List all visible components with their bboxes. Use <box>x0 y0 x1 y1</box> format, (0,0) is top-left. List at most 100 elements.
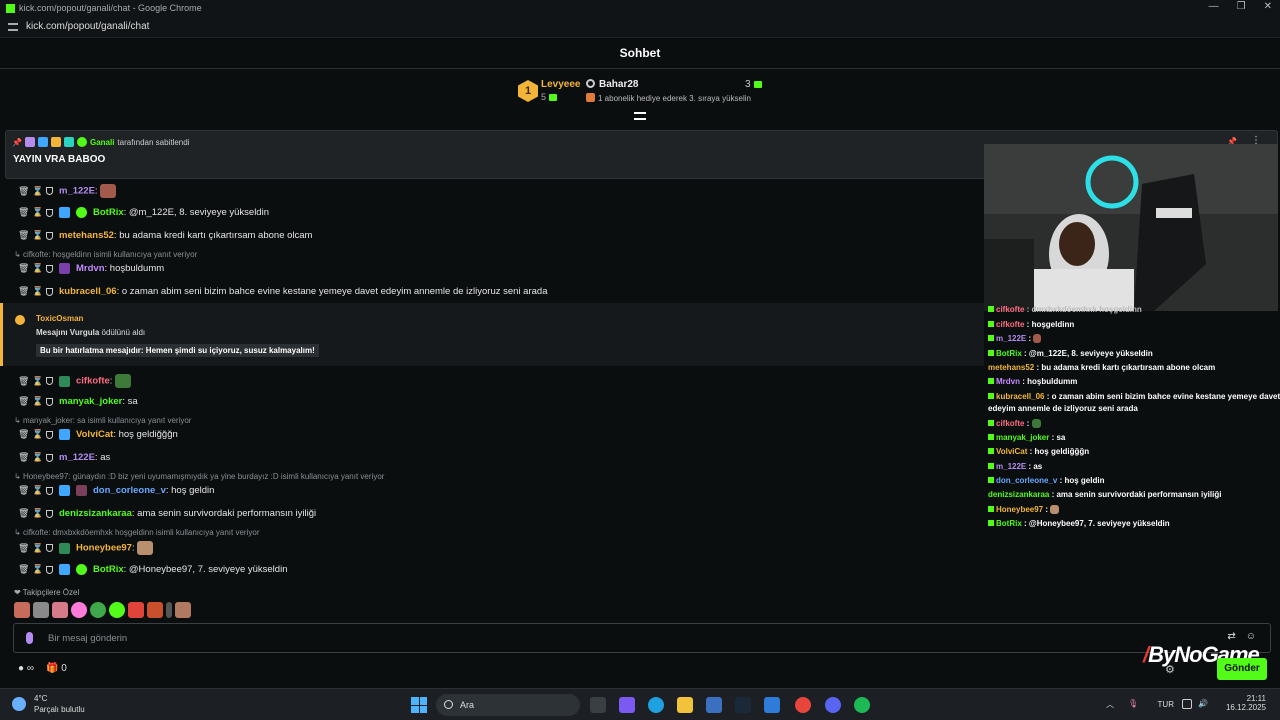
pinner-name[interactable]: Ganali <box>90 138 114 147</box>
volume-icon[interactable]: 🔊 <box>1198 699 1208 709</box>
delete-icon[interactable]: 🗑 <box>18 207 29 218</box>
send-button[interactable]: Gönder <box>1217 658 1267 680</box>
ban-icon[interactable] <box>46 486 53 495</box>
ban-icon[interactable] <box>46 544 53 552</box>
address-bar[interactable]: kick.com/popout/ganali/chat <box>0 16 1280 38</box>
ban-icon[interactable] <box>46 397 53 406</box>
timeout-icon[interactable]: ⌛ <box>32 263 43 274</box>
timeout-icon[interactable]: ⌛ <box>32 508 43 519</box>
file-explorer-icon[interactable] <box>677 697 693 713</box>
chat-username[interactable]: BotRix <box>93 564 124 575</box>
delete-icon[interactable]: 🗑 <box>18 543 29 554</box>
spotify-icon[interactable] <box>854 697 870 713</box>
ban-icon[interactable] <box>46 264 53 273</box>
chat-username[interactable]: metehans52 <box>59 230 114 241</box>
delete-icon[interactable]: 🗑 <box>18 564 29 575</box>
steam-icon[interactable] <box>735 697 751 713</box>
task-view-icon[interactable] <box>590 697 606 713</box>
network-icon[interactable] <box>1182 699 1192 709</box>
timeout-icon[interactable]: ⌛ <box>32 543 43 554</box>
reply-context[interactable]: ↳ manyak_joker: sa isimli kullanıcıya ya… <box>14 416 191 425</box>
chat-username[interactable]: Honeybee97 <box>76 543 132 554</box>
collapse-leaderboard-icon[interactable] <box>634 112 646 120</box>
language-indicator[interactable]: TUR <box>1158 700 1174 709</box>
delete-icon[interactable]: 🗑 <box>18 429 29 440</box>
gift-count[interactable]: 🎁 0 <box>46 663 67 674</box>
emote-icon[interactable] <box>90 602 106 618</box>
ban-icon[interactable] <box>46 453 53 462</box>
chat-username[interactable]: kubracell_06 <box>59 286 117 297</box>
mail-icon[interactable] <box>764 697 780 713</box>
mic-tray-icon[interactable]: 🎙 <box>1128 699 1138 709</box>
delete-icon[interactable]: 🗑 <box>18 452 29 463</box>
emote-icon[interactable] <box>33 602 49 618</box>
emote-icon[interactable] <box>166 602 172 618</box>
url-text[interactable]: kick.com/popout/ganali/chat <box>26 21 149 32</box>
delete-icon[interactable]: 🗑 <box>18 508 29 519</box>
restore-icon[interactable]: ❐ <box>1237 1 1246 12</box>
heart-emote-icon[interactable] <box>71 602 87 618</box>
timeout-icon[interactable]: ⌛ <box>32 207 43 218</box>
chat-username[interactable]: don_corleone_v <box>93 485 166 496</box>
timeout-icon[interactable]: ⌛ <box>32 452 43 463</box>
ban-icon[interactable] <box>46 377 53 385</box>
delete-icon[interactable]: 🗑 <box>18 263 29 274</box>
delete-icon[interactable]: 🗑 <box>18 396 29 407</box>
delete-icon[interactable]: 🗑 <box>18 186 29 197</box>
settings-icon[interactable]: ⚙ <box>1165 663 1175 676</box>
emote-icon[interactable] <box>14 602 30 618</box>
channel-points[interactable]: ● ∞ <box>18 663 34 674</box>
timeout-icon[interactable]: ⌛ <box>32 286 43 297</box>
start-button[interactable] <box>411 697 427 713</box>
ban-icon[interactable] <box>46 187 53 195</box>
delete-icon[interactable]: 🗑 <box>18 376 29 387</box>
emote-icon[interactable] <box>175 602 191 618</box>
timeout-icon[interactable]: ⌛ <box>32 376 43 387</box>
site-settings-icon[interactable] <box>8 22 18 31</box>
search-label[interactable]: Ara <box>460 700 474 710</box>
message-input[interactable]: Bir mesaj gönderin ⇄ ☺ <box>13 623 1271 653</box>
leader-first-name[interactable]: Levyeee <box>541 79 580 90</box>
store-icon[interactable] <box>706 697 722 713</box>
reply-context[interactable]: ↳ cifkofte: dmxbxkdöemhxk hoşgeldinn isi… <box>14 528 259 537</box>
message-placeholder[interactable]: Bir mesaj gönderin <box>48 633 127 644</box>
timeout-icon[interactable]: ⌛ <box>32 186 43 197</box>
emote-icon[interactable] <box>147 602 163 618</box>
edge-icon[interactable] <box>648 697 664 713</box>
emote-icon[interactable] <box>109 602 125 618</box>
taskbar-search[interactable]: Ara <box>436 694 580 716</box>
chat-username[interactable]: cifkofte <box>76 376 110 387</box>
minimize-icon[interactable]: — <box>1209 1 1219 12</box>
delete-icon[interactable]: 🗑 <box>18 286 29 297</box>
timeout-icon[interactable]: ⌛ <box>32 564 43 575</box>
reply-context[interactable]: ↳ cifkofte: hoşgeldinn isimli kullanıcıy… <box>14 250 197 259</box>
emoji-icon[interactable]: ☺ <box>1246 631 1256 642</box>
emote-icon[interactable] <box>52 602 68 618</box>
timeout-icon[interactable]: ⌛ <box>32 485 43 496</box>
reply-context[interactable]: ↳ Honeybee97: günaydın :D biz yeni uyuma… <box>14 472 384 481</box>
close-icon[interactable]: ✕ <box>1264 1 1272 12</box>
ban-icon[interactable] <box>46 565 53 574</box>
leader-second-name[interactable]: Bahar28 <box>586 79 638 90</box>
chat-username[interactable]: BotRix <box>93 207 124 218</box>
chevron-up-icon[interactable]: ︿ <box>1106 699 1116 709</box>
ban-icon[interactable] <box>46 231 53 240</box>
ban-icon[interactable] <box>46 208 53 217</box>
copilot-icon[interactable] <box>619 697 635 713</box>
chat-username[interactable]: denizsizankaraa <box>59 508 132 519</box>
ban-icon[interactable] <box>46 430 53 439</box>
chat-username[interactable]: m_122E <box>59 186 95 197</box>
chat-username[interactable]: manyak_joker <box>59 396 122 407</box>
delete-icon[interactable]: 🗑 <box>18 230 29 241</box>
timeout-icon[interactable]: ⌛ <box>32 396 43 407</box>
mic-icon[interactable] <box>26 632 33 644</box>
highlight-username[interactable]: ToxicOsman <box>36 314 83 323</box>
clock[interactable]: 21:11 16.12.2025 <box>1226 694 1266 712</box>
ban-icon[interactable] <box>46 287 53 296</box>
delete-icon[interactable]: 🗑 <box>18 485 29 496</box>
chrome-icon[interactable] <box>795 697 811 713</box>
translate-icon[interactable]: ⇄ <box>1227 631 1235 642</box>
timeout-icon[interactable]: ⌛ <box>32 429 43 440</box>
chat-username[interactable]: Mrdvn <box>76 263 105 274</box>
ban-icon[interactable] <box>46 509 53 518</box>
